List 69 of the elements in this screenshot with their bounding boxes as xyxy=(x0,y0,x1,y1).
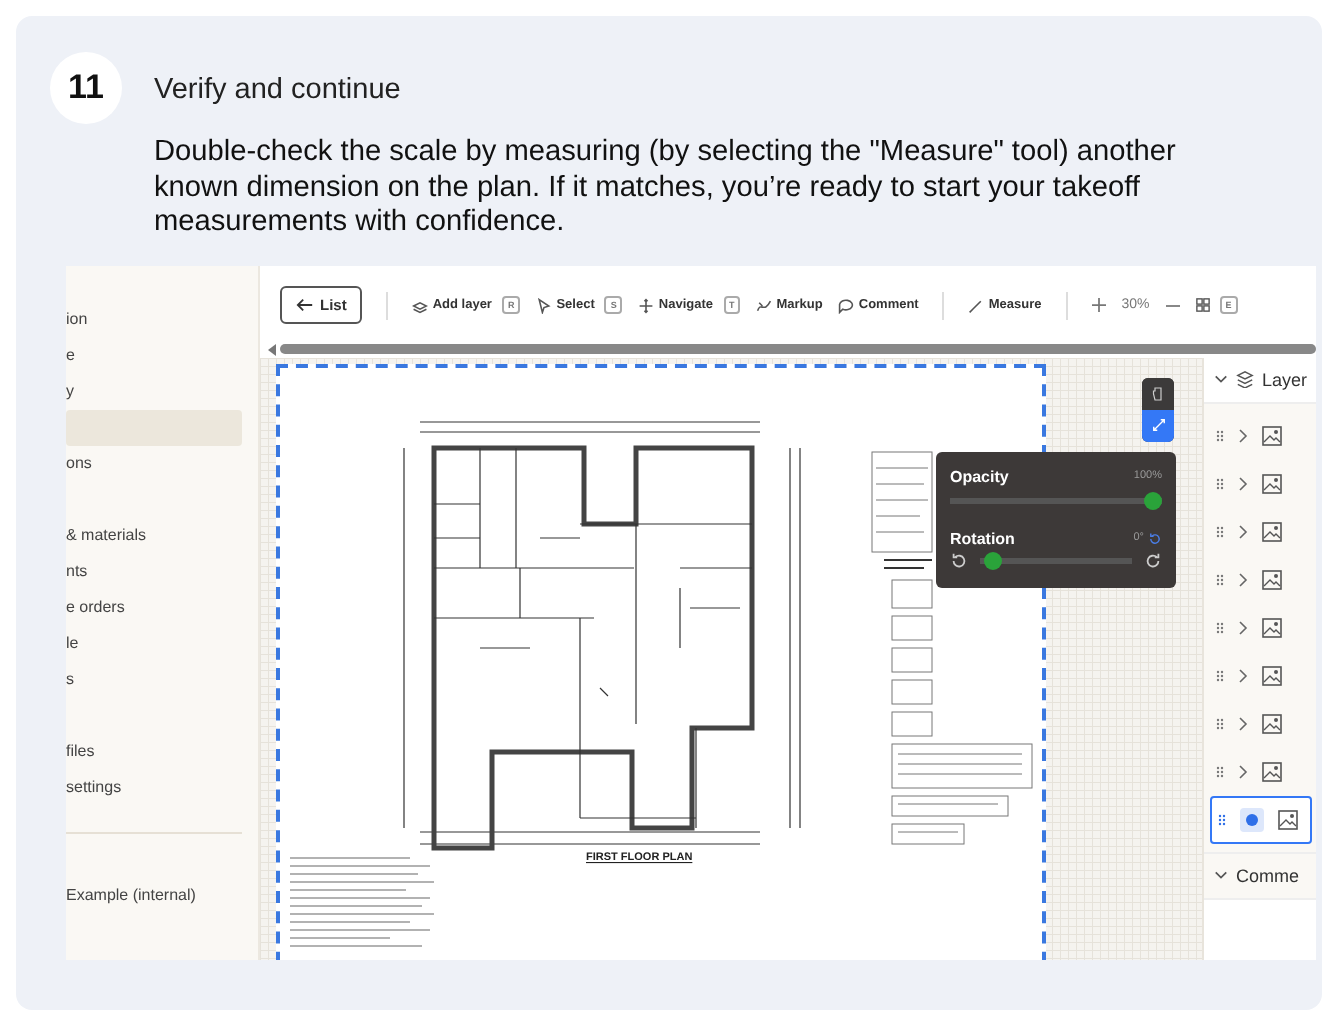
navigate-icon xyxy=(638,297,655,313)
drag-handle-icon[interactable] xyxy=(1216,717,1224,729)
sidebar-item[interactable]: e orders xyxy=(66,589,242,625)
comments-header[interactable]: Comme xyxy=(1204,851,1316,899)
horizontal-scrollbar[interactable] xyxy=(280,344,1316,354)
comment-icon xyxy=(838,297,855,313)
image-icon xyxy=(1262,569,1282,589)
sidebar-item[interactable]: ion xyxy=(66,301,242,337)
add-layer-icon xyxy=(412,297,429,313)
image-icon xyxy=(1262,521,1282,541)
arrow-left-icon xyxy=(296,296,314,314)
chevron-right-icon[interactable] xyxy=(1238,715,1248,731)
sidebar-item[interactable]: le xyxy=(66,625,242,661)
step-number: 11 xyxy=(50,52,122,124)
layers-title: Layer xyxy=(1262,369,1308,389)
zoom-in-icon[interactable] xyxy=(1091,298,1106,312)
chevron-right-icon[interactable] xyxy=(1238,763,1248,779)
scroll-left-icon[interactable] xyxy=(268,343,276,355)
select-icon xyxy=(536,297,553,313)
chevron-right-icon[interactable] xyxy=(1238,667,1248,683)
sidebar-item[interactable]: settings xyxy=(66,769,242,805)
drag-handle-icon[interactable] xyxy=(1216,669,1224,681)
measure-icon xyxy=(968,297,985,313)
grid-icon xyxy=(1195,298,1210,312)
image-icon xyxy=(1262,665,1282,685)
drag-handle-icon[interactable] xyxy=(1216,477,1224,489)
drag-handle-icon[interactable] xyxy=(1216,573,1224,585)
slider-thumb[interactable] xyxy=(984,551,1002,569)
step-description: Double-check the scale by measuring (by selecting the "Measure" tool) another known dimension on the plan. If it matches, you’re ready to start your takeoff measurements with confidence. xyxy=(154,136,1178,241)
image-icon xyxy=(1262,425,1282,445)
drag-handle-icon[interactable] xyxy=(1216,621,1224,633)
step-title: Verify and continue xyxy=(154,74,403,106)
visibility-toggle[interactable] xyxy=(1240,807,1264,831)
reset-icon[interactable] xyxy=(1148,531,1162,545)
image-icon xyxy=(1262,617,1282,637)
chevron-down-icon xyxy=(1214,374,1228,384)
rotate-left-icon[interactable] xyxy=(950,551,968,569)
image-icon xyxy=(1262,473,1282,493)
chevron-down-icon xyxy=(1214,870,1228,880)
chevron-right-icon[interactable] xyxy=(1238,523,1248,539)
chevron-right-icon[interactable] xyxy=(1238,475,1248,491)
sidebar-item[interactable]: files xyxy=(66,733,242,769)
image-icon xyxy=(1262,713,1282,733)
rotate-right-icon[interactable] xyxy=(1144,551,1162,569)
sidebar-item[interactable]: Example (internal) xyxy=(66,877,242,913)
slider-thumb[interactable] xyxy=(1144,491,1162,509)
opacity-label: Opacity xyxy=(950,467,1009,485)
image-icon xyxy=(1262,761,1282,781)
layer-row[interactable] xyxy=(1210,795,1312,843)
sidebar-item[interactable]: s xyxy=(66,661,242,697)
sidebar-item[interactable]: y xyxy=(66,373,242,409)
drag-handle-icon[interactable] xyxy=(1216,765,1224,777)
drag-handle-icon[interactable] xyxy=(1216,429,1224,441)
drag-handle-icon[interactable] xyxy=(1218,813,1226,825)
markup-icon xyxy=(756,297,773,313)
sidebar-item[interactable]: nts xyxy=(66,553,242,589)
expand-icon xyxy=(1151,418,1165,432)
image-icon xyxy=(1278,809,1298,829)
comments-title: Comme xyxy=(1236,865,1300,885)
drag-handle-icon[interactable] xyxy=(1216,525,1224,537)
expand-button[interactable] xyxy=(1142,409,1174,441)
chevron-right-icon[interactable] xyxy=(1238,619,1248,635)
chevron-right-icon[interactable] xyxy=(1238,571,1248,587)
chevron-right-icon[interactable] xyxy=(1238,427,1248,443)
rotation-label: Rotation xyxy=(950,529,1015,547)
sidebar-item[interactable]: & materials xyxy=(66,517,242,553)
layers-icon xyxy=(1236,370,1254,388)
sidebar-item[interactable]: ons xyxy=(66,445,242,481)
sidebar-item[interactable]: e xyxy=(66,337,242,373)
